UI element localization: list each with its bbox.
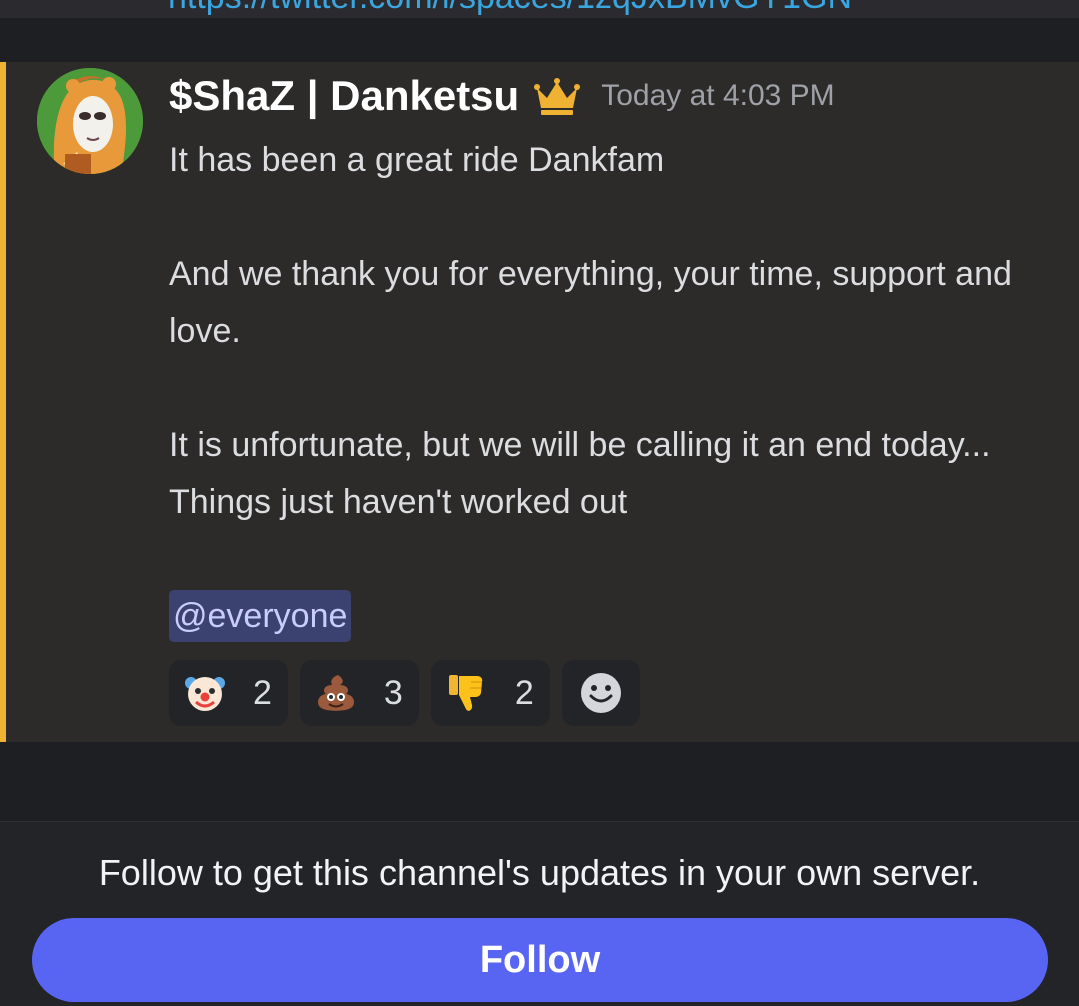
pile-of-poo-icon [317,675,354,711]
follow-hint: Follow to get this channel's updates in … [98,852,981,893]
message-paragraph: It is unfortunate, but we will be callin… [169,426,991,521]
message-header: $ShaZ | Danketsu Today at 4:03 PM [169,72,835,120]
everyone-mention[interactable]: @everyone [169,590,352,642]
message-timestamp: Today at 4:03 PM [601,79,835,112]
message-paragraph: It has been a great ride Dankfam [169,141,665,179]
reaction-count: 3 [383,673,403,712]
reaction-poo[interactable]: 3 [299,660,419,726]
reaction-count: 2 [253,673,272,712]
reaction-count: 2 [514,673,534,712]
previous-message-link[interactable]: https://twitter.com/i/spaces/1zqJxBMvGY1… [168,0,852,17]
reactions-bar: 2 3 2 [169,660,640,726]
message-content: It has been a great ride Dankfam And we … [169,132,1049,645]
clown-face-icon [185,677,225,711]
previous-message-fragment: https://twitter.com/i/spaces/1zqJxBMvGY1… [0,0,1079,18]
crown-icon [534,78,581,115]
follow-footer: Follow to get this channel's updates in … [0,821,1079,1006]
avatar[interactable] [37,68,143,174]
message: $ShaZ | Danketsu Today at 4:03 PM It has… [0,62,1079,742]
message-paragraph: And we thank you for everything, your ti… [169,255,1012,350]
author-name[interactable]: $ShaZ | Danketsu [169,72,519,120]
reaction-clown[interactable]: 2 [169,660,288,726]
smiley-icon [580,673,621,713]
add-reaction-button[interactable] [561,660,640,726]
thumbs-down-icon [448,675,483,711]
reaction-thumbs-down[interactable]: 2 [430,660,550,726]
follow-button[interactable]: Follow [32,918,1048,1002]
